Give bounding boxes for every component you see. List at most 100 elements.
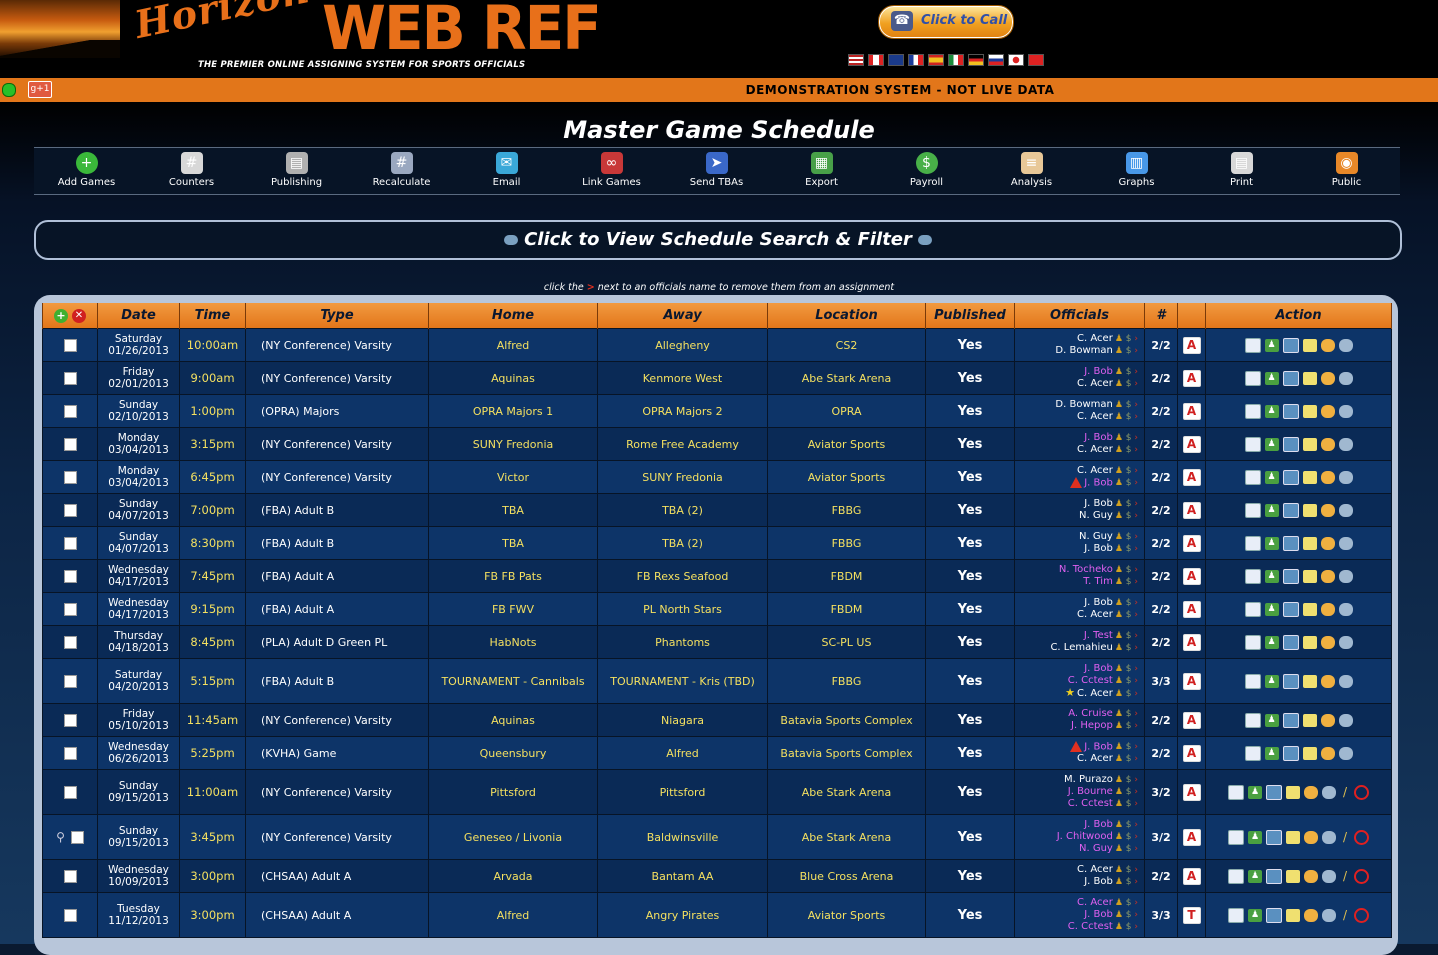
official-name[interactable]: J. Bob [1084,432,1113,443]
away-cell[interactable]: Phantoms [597,625,768,659]
thumb-icon[interactable] [1304,869,1318,883]
remove-official-icon[interactable]: › [1134,565,1138,575]
toolbar-graphs-button[interactable]: ▥ Graphs [1084,152,1189,194]
thumb-icon[interactable] [1320,338,1335,352]
remove-official-icon[interactable]: › [1134,844,1138,854]
uk-flag-icon[interactable] [888,54,904,66]
location-cell[interactable]: OPRA [767,394,926,428]
travel-icon[interactable] [1338,602,1353,616]
edit-icon[interactable]: / [1340,830,1350,844]
row-checkbox[interactable] [63,635,77,649]
toolbar-counters-button[interactable]: # Counters [139,152,244,194]
thumb-icon[interactable] [1304,908,1318,922]
note-icon[interactable] [1302,371,1317,385]
location-cell[interactable]: FBBG [767,493,926,527]
toolbar-print-button[interactable]: ▤ Print [1189,152,1294,194]
location-cell[interactable]: FBDM [767,559,926,593]
status-badge[interactable]: A [1182,402,1201,420]
image-icon[interactable] [1282,535,1299,551]
assign-user-icon[interactable]: ♟ [1264,674,1279,688]
away-cell[interactable]: PL North Stars [597,592,768,626]
travel-icon[interactable] [1338,713,1353,727]
remove-official-icon[interactable]: › [1134,367,1138,377]
away-cell[interactable]: Angry Pirates [597,892,768,938]
remove-official-icon[interactable]: › [1134,910,1138,920]
image-icon[interactable] [1282,712,1299,728]
toolbar-send-tbas-button[interactable]: ➤ Send TBAs [664,152,769,194]
add-all-icon[interactable]: + [54,308,68,323]
assign-user-icon[interactable]: ♟ [1264,536,1279,550]
remove-official-icon[interactable]: › [1134,598,1138,608]
col-away[interactable]: Away [597,303,768,329]
official-name[interactable]: J. Bob [1084,498,1113,509]
official-name[interactable]: J. Bob [1084,477,1113,488]
location-cell[interactable]: Aviator Sports [767,460,926,494]
status-badge[interactable]: T [1182,906,1201,924]
assign-user-icon[interactable]: ♟ [1264,713,1279,727]
location-cell[interactable]: Abe Stark Arena [767,361,926,395]
remove-official-icon[interactable]: › [1134,922,1138,932]
official-name[interactable]: C. Cctest [1068,798,1113,809]
toolbar-payroll-button[interactable]: $ Payroll [874,152,979,194]
row-checkbox[interactable] [63,470,77,484]
status-badge[interactable]: A [1182,711,1201,729]
assign-user-icon[interactable]: ♟ [1264,746,1279,760]
location-cell[interactable]: Abe Stark Arena [767,814,926,860]
location-cell[interactable]: Batavia Sports Complex [767,736,926,770]
note-icon[interactable] [1286,908,1300,922]
col-published[interactable]: Published [925,303,1015,329]
location-cell[interactable]: Batavia Sports Complex [767,703,926,737]
home-cell[interactable]: Victor [428,460,598,494]
calendar-icon[interactable] [1244,370,1261,386]
status-badge[interactable]: A [1182,828,1201,846]
official-name[interactable]: C. Lemahieu [1050,642,1112,653]
thumb-icon[interactable] [1304,785,1318,799]
remove-official-icon[interactable]: › [1134,787,1138,797]
travel-icon[interactable] [1322,785,1336,799]
away-cell[interactable]: Kenmore West [597,361,768,395]
ca-flag-icon[interactable] [868,54,884,66]
official-name[interactable]: N. Tocheko [1059,564,1113,575]
official-name[interactable]: C. Acer [1077,333,1113,344]
row-checkbox[interactable] [63,404,77,418]
official-name[interactable]: C. Acer [1077,444,1113,455]
away-cell[interactable]: SUNY Fredonia [597,460,768,494]
col-count[interactable]: # [1144,303,1178,329]
status-badge[interactable]: A [1182,867,1201,885]
status-badge[interactable]: A [1182,468,1201,486]
remove-official-icon[interactable]: › [1134,577,1138,587]
thumb-icon[interactable] [1320,746,1335,760]
travel-icon[interactable] [1322,908,1336,922]
travel-icon[interactable] [1338,674,1353,688]
remove-official-icon[interactable]: › [1134,532,1138,542]
official-name[interactable]: N. Guy [1079,510,1113,521]
image-icon[interactable] [1282,673,1299,689]
toolbar-public-button[interactable]: ◉ Public [1294,152,1399,194]
image-icon[interactable] [1282,469,1299,485]
row-checkbox[interactable] [63,437,77,451]
status-badge[interactable]: A [1182,672,1201,690]
calendar-icon[interactable] [1244,436,1261,452]
remove-official-icon[interactable]: › [1134,445,1138,455]
away-cell[interactable]: TBA (2) [597,493,768,527]
location-cell[interactable]: FBBG [767,526,926,560]
es-flag-icon[interactable] [928,54,944,66]
away-cell[interactable]: Bantam AA [597,859,768,893]
remove-official-icon[interactable]: › [1134,610,1138,620]
note-icon[interactable] [1302,503,1317,517]
note-icon[interactable] [1302,536,1317,550]
image-icon[interactable] [1282,568,1299,584]
status-badge[interactable]: A [1182,501,1201,519]
toolbar-link-games-button[interactable]: ∞ Link Games [559,152,664,194]
thumb-icon[interactable] [1320,713,1335,727]
official-name[interactable]: N. Guy [1079,843,1113,854]
thumb-icon[interactable] [1320,371,1335,385]
row-checkbox[interactable] [63,746,77,760]
image-icon[interactable] [1266,784,1282,800]
image-icon[interactable] [1282,436,1299,452]
assign-user-icon[interactable]: ♟ [1248,908,1262,922]
calendar-icon[interactable] [1244,337,1261,353]
location-cell[interactable]: CS2 [767,328,926,362]
image-icon[interactable] [1282,634,1299,650]
schedule-search-filter-toggle[interactable]: Click to View Schedule Search & Filter [34,220,1402,260]
